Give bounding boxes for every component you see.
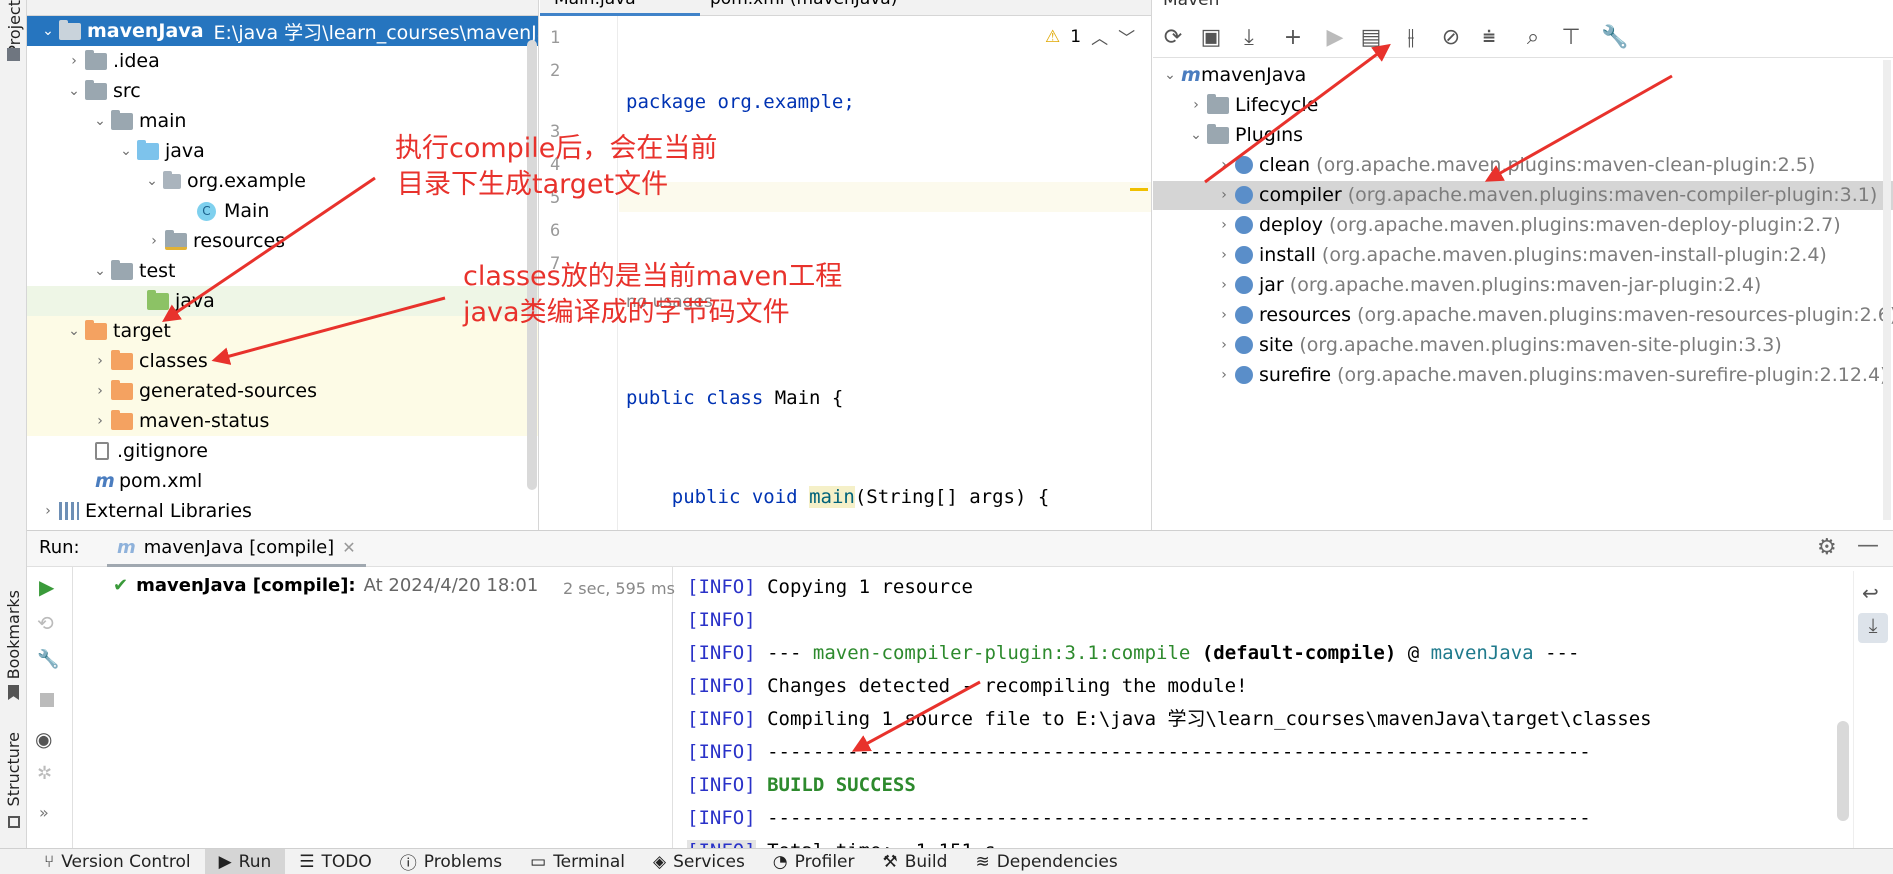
annotation-arrows	[162, 43, 1673, 752]
arrow-to-target	[162, 176, 376, 323]
arrow-to-output-path	[851, 680, 981, 752]
arrow-to-execute-goal	[1204, 43, 1391, 184]
arrow-to-classes	[211, 296, 446, 365]
arrow-to-compiler	[1484, 74, 1673, 182]
